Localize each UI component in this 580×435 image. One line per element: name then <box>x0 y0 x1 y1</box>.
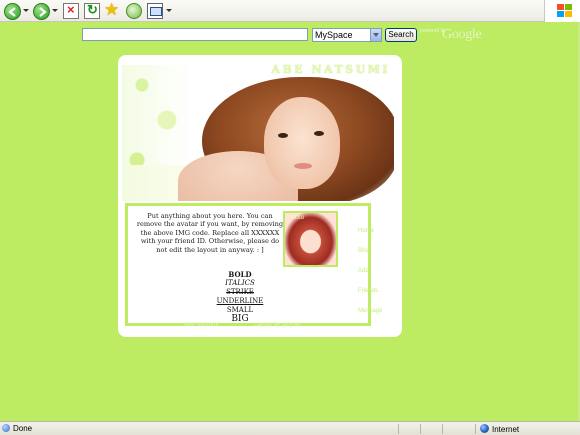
zone-label: Internet <box>492 425 520 434</box>
status-bar: Done Internet <box>0 421 580 435</box>
google-logo: Google <box>442 27 482 42</box>
page-title: ABE NATSUMI <box>271 63 390 76</box>
chevron-down-icon[interactable] <box>370 29 381 41</box>
nav-link-message[interactable]: Message <box>358 308 382 314</box>
face <box>264 97 340 189</box>
mail-dropdown-icon[interactable] <box>166 9 172 12</box>
search-button[interactable]: Search <box>385 28 417 42</box>
status-label: Done <box>13 424 33 433</box>
powered-by-google[interactable]: powered by Google <box>420 27 490 44</box>
search-engine-select[interactable]: MySpace <box>312 28 382 42</box>
header-photo <box>122 65 394 201</box>
history-icon[interactable] <box>126 3 142 19</box>
stop-icon[interactable] <box>63 2 79 19</box>
nav-link-home[interactable]: Home <box>358 228 374 234</box>
strike-sample: STRIKE <box>226 288 254 296</box>
avatar-tag: Natsu <box>286 214 305 221</box>
nav-link-add[interactable]: Add <box>358 268 369 274</box>
eye <box>314 131 324 136</box>
eye <box>278 133 288 138</box>
avatar[interactable]: Natsu <box>285 213 336 265</box>
footer-link-name[interactable]: Abe Natsumi <box>184 322 218 328</box>
windows-logo-icon <box>544 0 580 22</box>
status-text: Done <box>2 424 32 433</box>
avatar-frame: Natsu <box>283 211 338 267</box>
bold-sample: BOLD <box>228 270 252 279</box>
globe-icon <box>480 424 489 433</box>
about-box: Put anything about you here. You can rem… <box>125 203 371 326</box>
status-divider <box>475 424 476 434</box>
status-divider <box>398 424 399 434</box>
search-input[interactable] <box>82 28 308 41</box>
italic-sample: ITALICS <box>225 279 255 287</box>
lips <box>294 163 312 169</box>
browser-toolbar: ★ <box>0 0 580 22</box>
nav-link-friends[interactable]: Friends <box>358 288 378 294</box>
status-divider <box>442 424 443 434</box>
underline-sample: UNDERLINE <box>216 297 264 305</box>
profile-card: ABE NATSUMI Put anything about you here.… <box>118 55 402 337</box>
search-engine-selected: MySpace <box>315 30 353 40</box>
back-arrow-icon[interactable] <box>4 3 21 20</box>
text-style-samples: BOLD ITALICS STRIKE UNDERLINE SMALL BIG <box>214 270 266 323</box>
back-dropdown-icon[interactable] <box>23 9 29 12</box>
security-zone[interactable]: Internet <box>480 424 519 434</box>
status-divider <box>420 424 421 434</box>
footer-link-credit[interactable]: Layout by girlynet <box>254 322 301 328</box>
about-text: Put anything about you here. You can rem… <box>136 212 284 254</box>
mail-icon[interactable] <box>147 3 163 19</box>
forward-arrow-icon[interactable] <box>33 3 50 20</box>
page-icon <box>2 424 10 432</box>
forward-dropdown-icon[interactable] <box>52 9 58 12</box>
star-icon[interactable]: ★ <box>104 0 120 19</box>
refresh-icon[interactable] <box>84 2 100 19</box>
nav-link-blog[interactable]: Blog <box>358 248 370 254</box>
